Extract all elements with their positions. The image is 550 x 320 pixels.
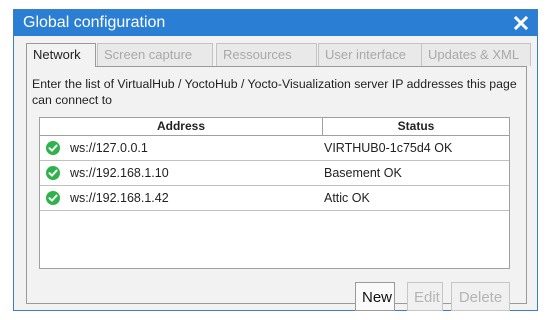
network-panel: Enter the list of VirtualHub / YoctoHub … xyxy=(26,66,527,311)
server-table[interactable]: Address Status ws://127.0.0.1 VIRTHUB0-1… xyxy=(39,117,510,269)
table-row[interactable]: ws://192.168.1.42 Attic OK xyxy=(40,186,509,211)
tab-updates-xml[interactable]: Updates & XML xyxy=(421,43,531,66)
table-header: Address Status xyxy=(40,118,509,136)
row-address: ws://192.168.1.10 xyxy=(70,166,169,180)
network-description: Enter the list of VirtualHub / YoctoHub … xyxy=(32,77,517,107)
column-header-status[interactable]: Status xyxy=(323,118,509,135)
row-status: Attic OK xyxy=(324,191,370,205)
tab-user-interface[interactable]: User interface xyxy=(318,43,424,66)
table-row[interactable]: ws://192.168.1.10 Basement OK xyxy=(40,161,509,186)
tab-ressources[interactable]: Ressources xyxy=(216,43,317,66)
column-header-address[interactable]: Address xyxy=(40,118,323,135)
check-ok-icon xyxy=(46,141,60,155)
close-icon[interactable] xyxy=(513,15,529,31)
row-address: ws://192.168.1.42 xyxy=(70,191,169,205)
table-row[interactable]: ws://127.0.0.1 VIRTHUB0-1c75d4 OK xyxy=(40,136,509,161)
row-status: VIRTHUB0-1c75d4 OK xyxy=(324,141,453,155)
new-button[interactable]: New xyxy=(355,282,395,311)
check-ok-icon xyxy=(46,191,60,205)
edit-button[interactable]: Edit xyxy=(407,282,443,311)
tab-screen-capture[interactable]: Screen capture xyxy=(97,43,213,66)
row-address: ws://127.0.0.1 xyxy=(70,141,148,155)
row-status: Basement OK xyxy=(324,166,402,180)
tab-bar: Network Screen capture Ressources User i… xyxy=(26,43,531,67)
global-configuration-dialog: Global configuration Network Screen capt… xyxy=(13,9,538,311)
dialog-title: Global configuration xyxy=(23,14,166,31)
delete-button[interactable]: Delete xyxy=(451,282,510,311)
tab-network[interactable]: Network xyxy=(26,43,96,67)
check-ok-icon xyxy=(46,166,60,180)
titlebar: Global configuration xyxy=(14,10,537,36)
